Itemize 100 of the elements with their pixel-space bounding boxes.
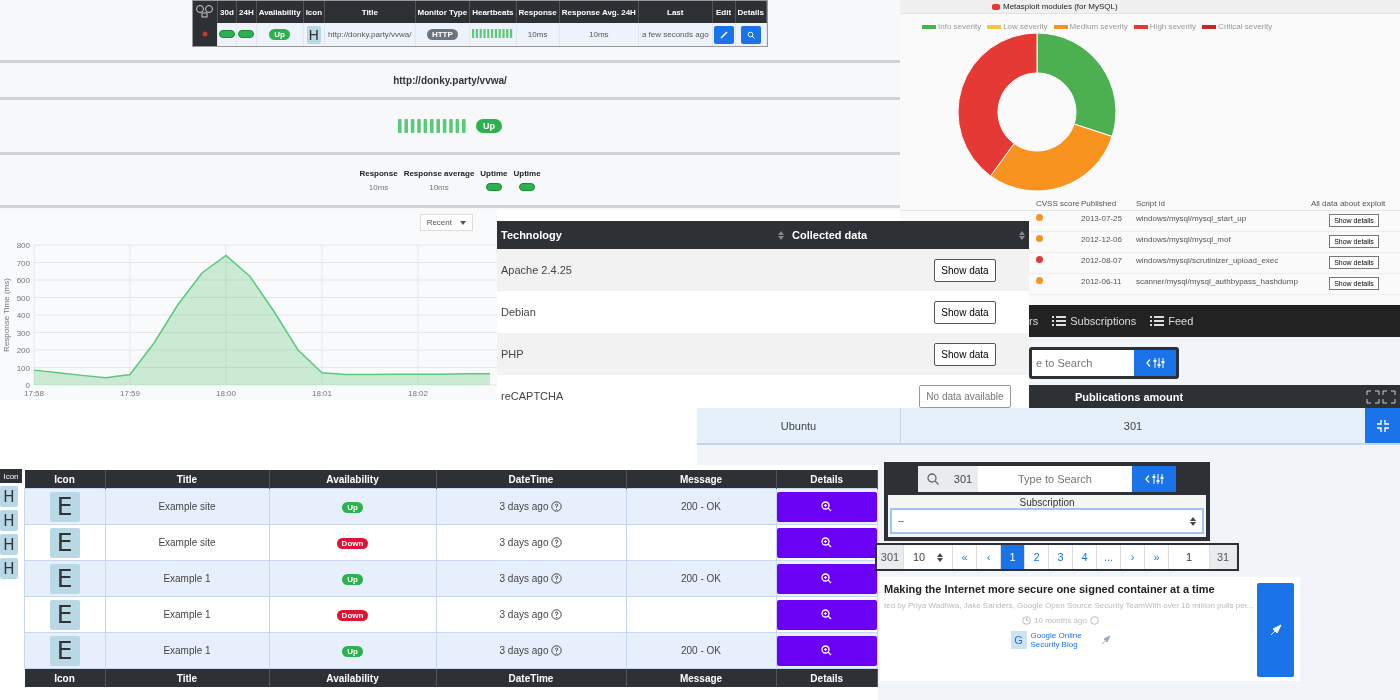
table-cell: 3 days ago bbox=[499, 609, 549, 620]
column-header[interactable]: CVSS score bbox=[1033, 196, 1078, 211]
column-header[interactable]: Details bbox=[735, 1, 767, 23]
column-header[interactable]: Icon bbox=[24, 470, 105, 489]
column-header[interactable]: Last bbox=[638, 1, 713, 23]
page-link[interactable]: ... bbox=[1097, 545, 1121, 569]
site-letter-icon: H bbox=[0, 510, 18, 531]
column-header[interactable]: Details bbox=[776, 470, 878, 489]
nav-link[interactable]: Subscriptions bbox=[1052, 315, 1137, 327]
monitor-type-badge: HTTP bbox=[426, 29, 458, 40]
page-link[interactable]: 1 bbox=[1001, 545, 1025, 569]
site-letter-icon: H bbox=[0, 534, 18, 555]
column-header[interactable]: Script id bbox=[1133, 196, 1308, 211]
collapse-button[interactable] bbox=[1365, 408, 1400, 443]
column-header[interactable]: Response bbox=[516, 1, 560, 23]
page-input[interactable]: 1 bbox=[1169, 545, 1210, 569]
column-header[interactable]: Title bbox=[324, 1, 416, 23]
details-button[interactable] bbox=[740, 25, 761, 44]
column-header[interactable]: Heartbeats bbox=[469, 1, 517, 23]
sort-icon[interactable] bbox=[1019, 231, 1025, 240]
y-tick-label: 300 bbox=[16, 328, 30, 338]
details-button[interactable] bbox=[776, 635, 877, 666]
filter-button[interactable] bbox=[1132, 466, 1176, 492]
zoom-in-icon bbox=[821, 609, 833, 620]
column-header[interactable]: All data about exploit bbox=[1308, 196, 1400, 211]
edit-button[interactable] bbox=[713, 25, 734, 44]
uptime-pill bbox=[519, 183, 536, 191]
column-header[interactable]: Availability bbox=[269, 470, 436, 489]
article-title[interactable]: Making the Internet more secure one signed container at a time bbox=[884, 583, 1215, 595]
panel-title: Metasploit modules (for MySQL) bbox=[1003, 2, 1118, 11]
column-header[interactable]: Icon bbox=[0, 469, 22, 483]
sliders-icon bbox=[1152, 358, 1165, 368]
show-data-button[interactable]: Show data bbox=[934, 258, 996, 282]
search-icon bbox=[927, 473, 939, 485]
nav-link[interactable]: Feed bbox=[1150, 315, 1194, 327]
y-tick-label: 600 bbox=[16, 276, 30, 285]
column-header[interactable]: Message bbox=[626, 470, 776, 489]
column-header[interactable]: Title bbox=[105, 470, 269, 489]
legend-label: Low severity bbox=[1003, 22, 1048, 31]
show-data-button[interactable]: Show data bbox=[934, 342, 996, 366]
page-link[interactable]: 3 bbox=[1049, 545, 1073, 569]
details-button[interactable] bbox=[776, 491, 877, 522]
table-cell: 2012-12-06 bbox=[1078, 231, 1133, 253]
column-header[interactable]: Icon bbox=[303, 1, 325, 23]
total-count: 301 bbox=[877, 545, 904, 569]
rocket-icon bbox=[1269, 624, 1282, 636]
y-tick-label: 0 bbox=[25, 381, 30, 390]
x-tick-label: 17:59 bbox=[120, 389, 140, 398]
page-link[interactable]: » bbox=[1145, 545, 1169, 569]
source-link[interactable]: Google Online Security Blog bbox=[1030, 631, 1097, 649]
help-icon[interactable] bbox=[551, 501, 563, 512]
legend-label: Critical severity bbox=[1218, 22, 1273, 31]
column-header[interactable]: 24H bbox=[236, 1, 257, 23]
column-header[interactable]: Availability bbox=[256, 1, 304, 23]
filter-button[interactable] bbox=[1134, 350, 1176, 376]
column-header[interactable]: Response Avg. 24H bbox=[559, 1, 639, 23]
page-size-select[interactable]: 10 bbox=[904, 545, 953, 569]
column-header[interactable]: Technology bbox=[497, 221, 788, 249]
stat-label: Response bbox=[359, 168, 398, 178]
column-header[interactable]: Publications amount bbox=[1075, 390, 1184, 403]
monitor-url: http://donky.party/vvwa/ bbox=[393, 74, 507, 86]
nav-link[interactable]: rs bbox=[1029, 315, 1039, 327]
search-field[interactable]: e to Search bbox=[1029, 347, 1179, 379]
page-count: 31 bbox=[1210, 545, 1237, 569]
details-button[interactable] bbox=[776, 563, 877, 594]
zoom-controls-icon[interactable] bbox=[195, 4, 215, 18]
table-cell: 2012-08-07 bbox=[1078, 252, 1133, 274]
stat-value: 10ms bbox=[429, 182, 449, 192]
expand-icon[interactable] bbox=[1366, 389, 1396, 404]
show-data-button[interactable]: Show data bbox=[934, 300, 996, 324]
show-data-button[interactable]: No data available bbox=[919, 384, 1011, 408]
list-icon bbox=[1052, 316, 1067, 326]
details-button[interactable] bbox=[776, 599, 877, 630]
help-icon[interactable] bbox=[551, 537, 563, 548]
zoom-in-icon bbox=[821, 573, 833, 584]
help-icon[interactable] bbox=[551, 645, 563, 656]
zoom-in-icon bbox=[821, 645, 833, 656]
details-button[interactable] bbox=[776, 527, 877, 558]
page-link[interactable]: ‹ bbox=[977, 545, 1001, 569]
page-link[interactable]: 2 bbox=[1025, 545, 1049, 569]
column-header[interactable]: Published bbox=[1078, 196, 1133, 211]
legend-label: High severity bbox=[1149, 22, 1197, 31]
column-header[interactable]: Monitor Type bbox=[415, 1, 470, 23]
range-select[interactable]: Recent bbox=[419, 214, 473, 231]
help-icon[interactable] bbox=[551, 573, 563, 584]
page-link[interactable]: › bbox=[1121, 545, 1145, 569]
page-link[interactable]: 4 bbox=[1073, 545, 1097, 569]
table-cell: 3 days ago bbox=[499, 501, 549, 512]
sort-icon[interactable] bbox=[778, 231, 784, 240]
column-header[interactable]: Collected data bbox=[788, 221, 1029, 249]
help-icon[interactable] bbox=[551, 609, 563, 620]
table-cell: Apache 2.4.25 bbox=[497, 249, 788, 291]
site-letter-icon: H bbox=[0, 558, 18, 579]
column-header[interactable]: DateTime bbox=[436, 470, 626, 489]
zoom-in-icon bbox=[821, 501, 833, 512]
search-field[interactable]: Type to Search bbox=[978, 466, 1132, 492]
page-link[interactable]: « bbox=[953, 545, 977, 569]
column-header[interactable]: Edit bbox=[712, 1, 736, 23]
subscription-select[interactable]: -- bbox=[890, 508, 1204, 534]
table-cell: 3 days ago bbox=[499, 573, 549, 584]
